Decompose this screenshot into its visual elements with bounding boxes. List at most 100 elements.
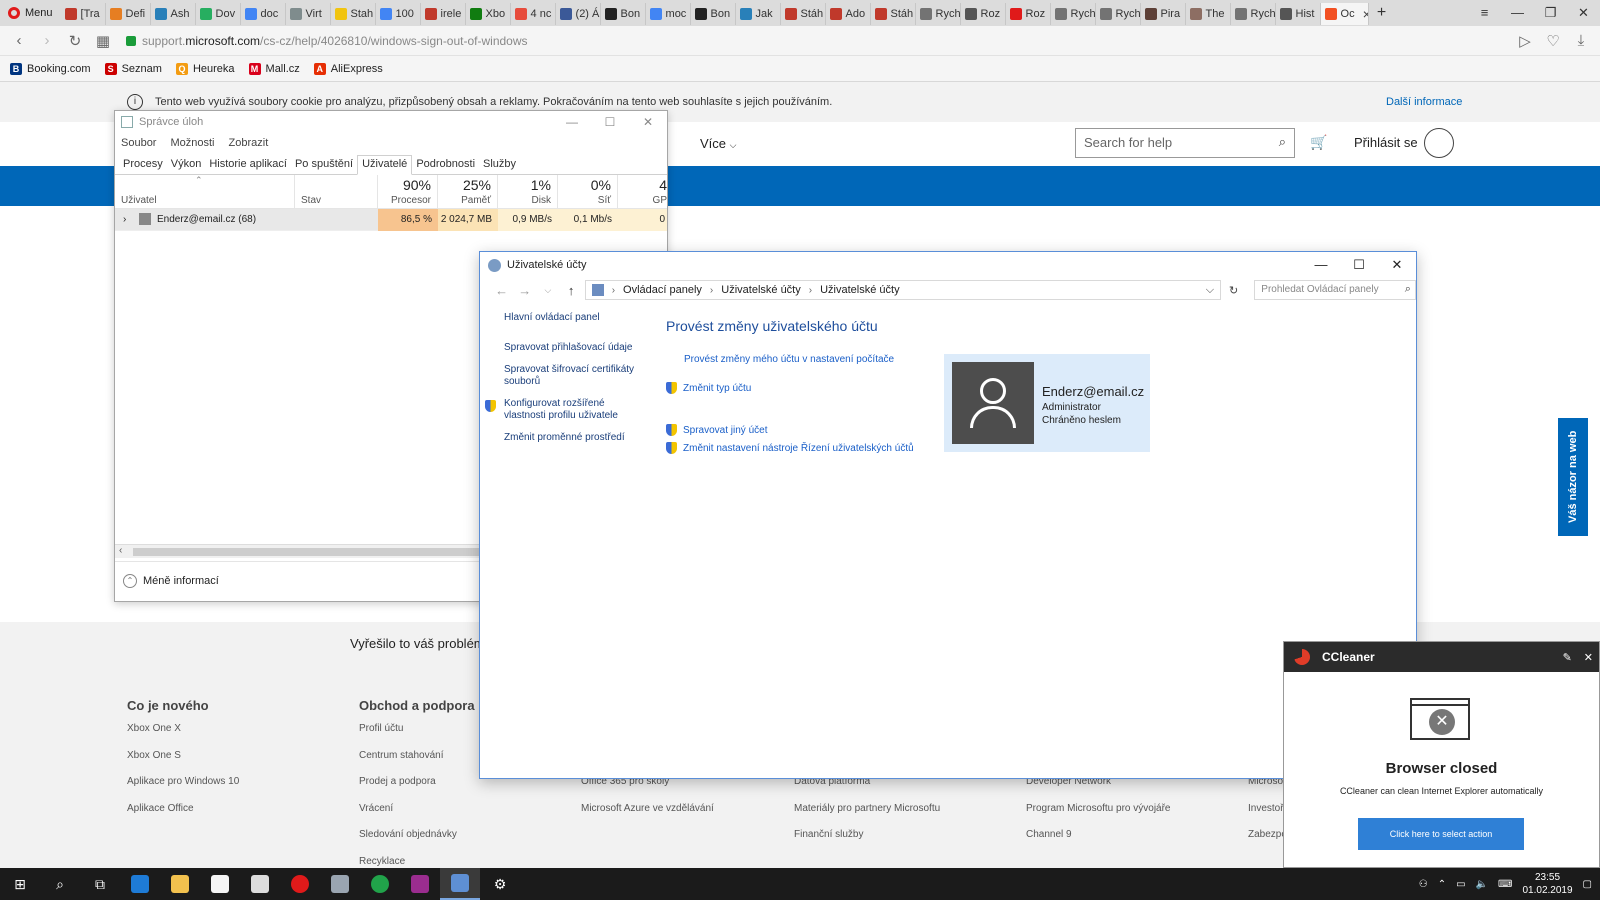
mail-icon[interactable] [240,868,280,900]
keyboard-icon[interactable]: ⌨ [1498,879,1512,890]
browser-tab[interactable]: The [1186,3,1231,25]
browser-tab[interactable]: Xbo [466,3,511,25]
maximize-icon[interactable]: ☐ [1340,257,1378,273]
browser-tab[interactable]: Rych [1231,3,1276,25]
browser-tab[interactable]: Dov [196,3,241,25]
link-manage-certificates[interactable]: Spravovat šifrovací certifikáty souborů [504,364,644,388]
footer-link[interactable]: Microso [1248,776,1287,803]
store-icon[interactable] [200,868,240,900]
recent-chevron-icon[interactable]: ⌵ [538,285,557,296]
edge-icon[interactable] [120,868,160,900]
browser-tab[interactable]: [Tra [61,3,106,25]
footer-link[interactable]: Developer Network [1026,776,1171,803]
show-hidden-icons-icon[interactable]: ⌃ [1438,879,1446,890]
close-icon[interactable]: ✕ [1378,257,1416,273]
url-field[interactable]: support.microsoft.com/cs-cz/help/4026810… [120,29,1508,53]
pin-icon[interactable]: ✎ [1563,651,1572,664]
menu-file[interactable]: Soubor [121,137,156,149]
file-explorer-icon[interactable] [160,868,200,900]
footer-link[interactable]: Zabezpe [1248,829,1287,856]
browser-tab[interactable]: Rych [1096,3,1141,25]
menu-options[interactable]: Možnosti [170,137,214,149]
column-disk[interactable]: 1% Disk [498,175,558,209]
tab-performance[interactable]: Výkon [167,156,206,174]
browser-tab[interactable]: Stáh [871,3,916,25]
footer-link[interactable]: Profil účtu [359,723,475,750]
browser-tab[interactable]: Rych [1051,3,1096,25]
clock[interactable]: 23:55 01.02.2019 [1522,871,1572,897]
bookmark-item[interactable]: S Seznam [104,62,162,75]
footer-link[interactable]: Aplikace Office [127,803,239,830]
column-user[interactable]: ⌃ Uživatel [115,175,295,209]
bookmark-item[interactable]: B Booking.com [10,62,91,75]
column-network[interactable]: 0% Síť [558,175,618,209]
search-icon[interactable]: ⌕ [40,868,80,900]
back-icon[interactable]: ‹ [8,32,30,49]
column-memory[interactable]: 25% Paměť [438,175,498,209]
bookmark-item[interactable]: M Mall.cz [248,62,300,75]
forward-icon[interactable]: → [515,283,534,298]
utorrent-icon[interactable] [360,868,400,900]
minimize-icon[interactable]: — [1501,5,1534,21]
browser-tab[interactable]: Roz [961,3,1006,25]
browser-tab[interactable]: Virt [286,3,331,25]
footer-link[interactable]: Microsoft Azure ve vzdělávání [581,803,714,830]
link-change-account-type[interactable]: Změnit typ účtu [666,379,914,397]
menu-view[interactable]: Zobrazit [229,137,269,149]
footer-link[interactable]: Aplikace pro Windows 10 [127,776,239,803]
link-pc-settings[interactable]: Provést změny mého účtu v nastavení počí… [666,350,914,368]
bookmark-item[interactable]: A AliExpress [313,62,383,75]
tab-startup[interactable]: Po spuštění [291,156,357,174]
account-icon[interactable] [1424,128,1454,158]
sign-in-link[interactable]: Přihlásit se [1354,135,1418,150]
breadcrumb-item[interactable]: Uživatelské účty [721,284,800,296]
tab-menu-icon[interactable]: ≡ [1468,5,1501,21]
footer-link[interactable]: Sledování objednávky [359,829,475,856]
browser-tab[interactable]: Rych [916,3,961,25]
browser-tab[interactable]: irele [421,3,466,25]
maximize-icon[interactable]: ❐ [1534,5,1567,21]
browser-tab[interactable]: doc [241,3,286,25]
help-search-input[interactable]: Search for help ⌕ [1075,128,1295,158]
footer-link[interactable]: Centrum stahování [359,750,475,777]
expand-chevron-icon[interactable]: › [123,214,126,225]
cart-icon[interactable]: 🛒 [1310,134,1327,151]
link-manage-credentials[interactable]: Spravovat přihlašovací údaje [504,342,644,354]
volume-icon[interactable]: 🔈 [1476,879,1488,890]
download-icon[interactable]: ⤓ [1570,32,1592,49]
column-cpu[interactable]: 90% Procesor [378,175,438,209]
browser-tab[interactable]: Hist [1276,3,1321,25]
link-manage-other-account[interactable]: Spravovat jiný účet [666,421,914,439]
close-icon[interactable]: ✕ [629,115,667,129]
tab-processes[interactable]: Procesy [119,156,167,174]
footer-link[interactable]: Channel 9 [1026,829,1171,856]
select-action-button[interactable]: Click here to select action [1358,818,1524,850]
maximize-icon[interactable]: ☐ [591,115,629,129]
footer-link[interactable]: Office 365 pro školy [581,776,714,803]
scroll-left-icon[interactable]: ‹ [119,545,122,556]
up-icon[interactable]: ↑ [562,283,581,298]
minimize-icon[interactable]: — [553,115,591,129]
address-dropdown-icon[interactable]: ⌵ [1206,284,1214,297]
column-gpu[interactable]: 4 GP [618,175,667,209]
browser-tab[interactable]: moc [646,3,691,25]
settings-icon[interactable]: ⚙ [480,868,520,900]
opera-icon[interactable] [280,868,320,900]
minimize-icon[interactable]: — [1302,257,1340,273]
tab-users[interactable]: Uživatelé [357,155,413,175]
cookie-more-link[interactable]: Další informace [1386,96,1462,108]
browser-tab[interactable]: Jak [736,3,781,25]
new-tab-button[interactable]: + [1369,4,1395,22]
send-icon[interactable]: ▷ [1514,32,1536,50]
side-feedback-button[interactable]: Váš názor na web [1558,418,1588,536]
more-menu[interactable]: Více ⌵ [700,136,736,151]
winrar-icon[interactable] [400,868,440,900]
browser-tab[interactable]: Ado [826,3,871,25]
browser-tab[interactable]: Defi [106,3,151,25]
browser-tab[interactable]: 4 nc [511,3,556,25]
search-icon[interactable]: ⌕ [1279,134,1286,150]
browser-tab[interactable]: 100 [376,3,421,25]
notifications-icon[interactable]: ▢ [1583,879,1592,890]
footer-link[interactable]: Xbox One X [127,723,239,750]
control-panel-taskbar-icon[interactable] [440,868,480,900]
